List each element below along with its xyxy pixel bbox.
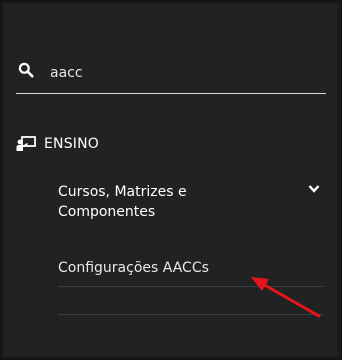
submenu-item-label: Configurações AACCs	[58, 260, 209, 276]
classroom-icon	[16, 136, 36, 151]
sidebar-menu: ENSINO Cursos, Matrizes e Componentes Co…	[4, 4, 337, 356]
search-bar	[16, 60, 326, 94]
menu-item-ensino-label: ENSINO	[44, 136, 100, 152]
screenshot-frame: ENSINO Cursos, Matrizes e Componentes Co…	[0, 0, 342, 360]
search-input[interactable]	[50, 60, 290, 86]
chevron-down-icon[interactable]	[308, 184, 320, 194]
divider	[58, 286, 324, 287]
submenu-item-configuracoes-aaccs[interactable]: Configurações AACCs	[58, 260, 324, 288]
menu-item-ensino[interactable]: ENSINO	[16, 135, 216, 157]
divider	[58, 314, 324, 315]
search-underline	[16, 93, 326, 94]
submenu-label: Cursos, Matrizes e Componentes	[58, 184, 187, 220]
search-icon[interactable]	[18, 62, 34, 78]
submenu-cursos-matrizes-componentes[interactable]: Cursos, Matrizes e Componentes	[58, 182, 328, 232]
